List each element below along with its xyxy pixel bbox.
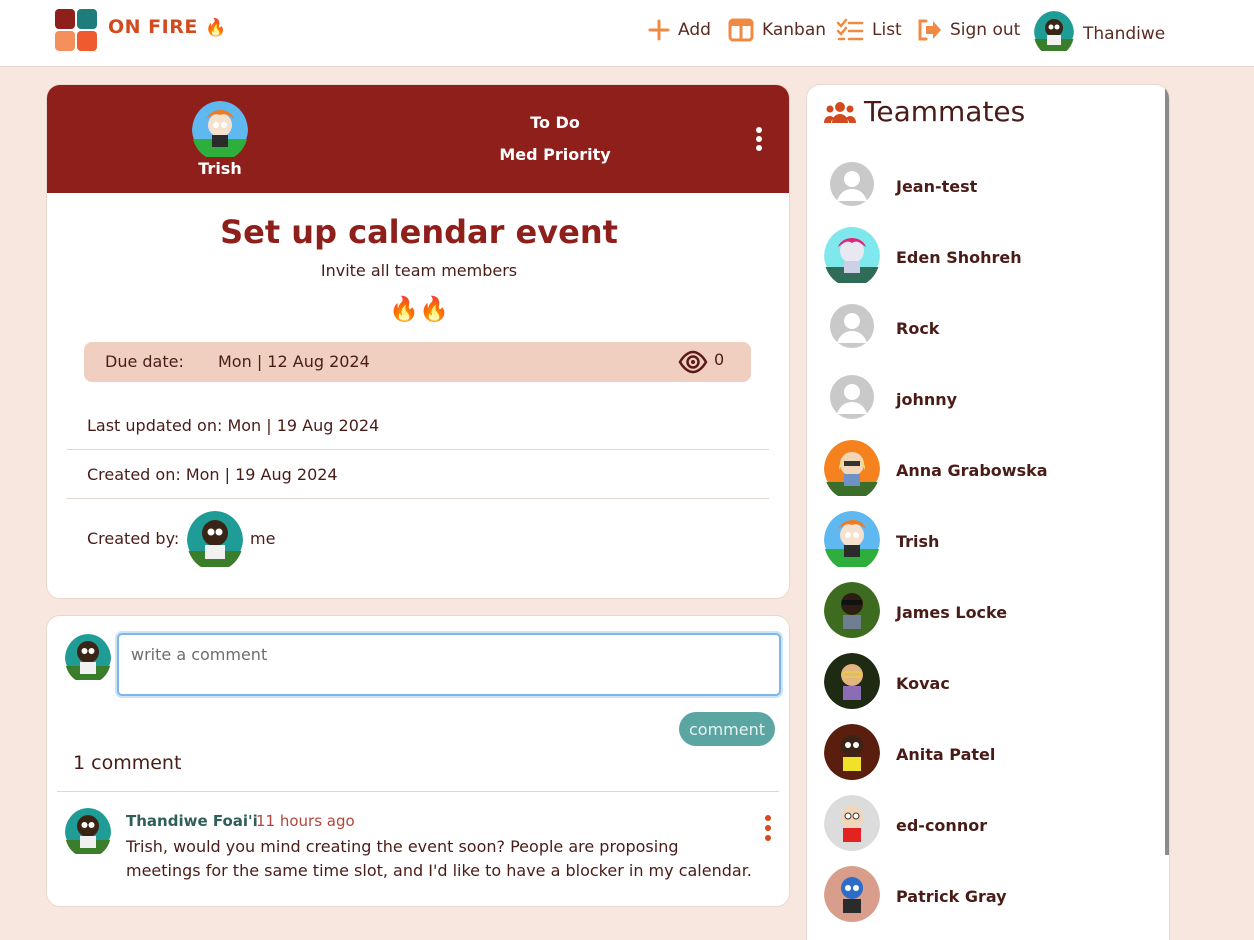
divider bbox=[57, 791, 779, 792]
teammate-name: James Locke bbox=[896, 602, 1008, 622]
due-date-label: Due date: bbox=[105, 352, 184, 371]
teammate-item[interactable]: Patrick Gray bbox=[824, 866, 1154, 926]
teammate-name: Anita Patel bbox=[896, 744, 996, 764]
user-profile-button[interactable]: Thandiwe bbox=[1034, 11, 1165, 56]
comment-timestamp: 11 hours ago bbox=[256, 812, 355, 830]
sign-out-icon bbox=[916, 18, 942, 42]
teammate-item[interactable]: Anita Patel bbox=[824, 724, 1154, 784]
task-description: Invite all team members bbox=[320, 261, 518, 280]
status-label: To Do bbox=[530, 113, 580, 132]
comment-author[interactable]: Thandiwe Foai'i bbox=[126, 812, 258, 830]
assignee-avatar[interactable] bbox=[192, 101, 248, 165]
teammate-item[interactable]: Anna Grabowska bbox=[824, 440, 1154, 500]
due-date-bar: Due date: Mon | 12 Aug 2024 0 bbox=[84, 342, 751, 382]
teammate-avatar bbox=[824, 724, 880, 784]
comment-text: Trish, would you mind creating the event… bbox=[126, 837, 752, 880]
scrollbar[interactable] bbox=[1165, 85, 1169, 855]
user-avatar bbox=[1034, 11, 1074, 56]
due-date-value: Mon | 12 Aug 2024 bbox=[218, 352, 370, 371]
teammate-name: Patrick Gray bbox=[896, 886, 1007, 906]
brand-name[interactable]: ON FIRE 🔥 bbox=[108, 16, 227, 38]
teammates-panel: Teammates Jean-test Eden Shohreh Rock jo… bbox=[806, 84, 1170, 940]
sign-out-button[interactable]: Sign out bbox=[916, 16, 1020, 44]
priority-flames-icon: 🔥🔥 bbox=[389, 295, 449, 323]
plus-icon bbox=[648, 19, 670, 41]
teammate-item[interactable]: Trish bbox=[824, 511, 1154, 571]
eye-icon[interactable] bbox=[678, 349, 708, 379]
teammate-item[interactable]: ed-connor bbox=[824, 795, 1154, 855]
list-icon bbox=[836, 18, 864, 42]
comment-author-avatar[interactable] bbox=[65, 808, 111, 858]
top-navbar: ON FIRE 🔥 Add Kanban List Sign out Thand… bbox=[0, 0, 1254, 67]
task-header: Trish To Do Med Priority bbox=[47, 85, 789, 193]
task-card: Trish To Do Med Priority Set up calendar… bbox=[46, 84, 790, 599]
user-name: Thandiwe bbox=[1083, 23, 1166, 44]
teammate-name: Eden Shohreh bbox=[896, 247, 1022, 267]
list-label: List bbox=[872, 20, 902, 40]
teammate-avatar bbox=[824, 866, 880, 926]
default-avatar-icon bbox=[824, 298, 880, 358]
kanban-icon bbox=[728, 18, 754, 42]
teammate-item[interactable]: James Locke bbox=[824, 582, 1154, 642]
teammate-name: Trish bbox=[896, 531, 940, 551]
current-user-avatar bbox=[65, 634, 111, 684]
last-updated-text: Last updated on: Mon | 19 Aug 2024 bbox=[87, 416, 380, 435]
teammate-item[interactable]: Eden Shohreh bbox=[824, 227, 1154, 287]
list-button[interactable]: List bbox=[836, 16, 902, 44]
comment-submit-button[interactable]: comment bbox=[679, 712, 775, 746]
add-label: Add bbox=[678, 20, 711, 40]
created-by-label: Created by: bbox=[87, 529, 180, 548]
created-on-text: Created on: Mon | 19 Aug 2024 bbox=[87, 465, 338, 484]
created-on-row: Created on: Mon | 19 Aug 2024 bbox=[67, 450, 769, 499]
priority-label: Med Priority bbox=[499, 145, 611, 164]
default-avatar-icon bbox=[824, 369, 880, 429]
comment-input[interactable] bbox=[117, 633, 781, 696]
last-updated-row: Last updated on: Mon | 19 Aug 2024 bbox=[67, 401, 769, 450]
default-avatar-icon bbox=[824, 156, 880, 216]
creator-name: me bbox=[250, 529, 276, 548]
assignee-name: Trish bbox=[198, 159, 242, 178]
teammate-name: Anna Grabowska bbox=[896, 460, 1048, 480]
teammate-avatar bbox=[824, 582, 880, 642]
kanban-button[interactable]: Kanban bbox=[728, 16, 826, 44]
watchers-count: 0 bbox=[714, 350, 725, 369]
kanban-label: Kanban bbox=[762, 20, 827, 40]
teammate-name: johnny bbox=[896, 389, 958, 409]
task-options-icon[interactable] bbox=[751, 125, 767, 153]
teammate-item[interactable]: Jean-test bbox=[824, 158, 1154, 214]
teammate-avatar bbox=[824, 511, 880, 571]
teammates-title: Teammates bbox=[864, 95, 1026, 128]
sign-out-label: Sign out bbox=[950, 20, 1021, 40]
users-icon bbox=[824, 101, 856, 129]
teammate-name: Kovac bbox=[896, 673, 950, 693]
fire-icon: 🔥 bbox=[204, 18, 227, 38]
teammate-item[interactable]: Kovac bbox=[824, 653, 1154, 713]
teammate-avatar bbox=[824, 653, 880, 713]
task-title: Set up calendar event bbox=[220, 213, 618, 251]
created-by-row: Created by: bbox=[67, 529, 769, 553]
comments-card: comment 1 comment Thandiwe Foai'i 11 hou… bbox=[46, 615, 790, 907]
creator-avatar[interactable] bbox=[187, 511, 243, 571]
teammate-name: Jean-test bbox=[896, 176, 978, 196]
add-button[interactable]: Add bbox=[648, 16, 711, 44]
teammate-name: Rock bbox=[896, 318, 940, 338]
teammate-item[interactable]: Rock bbox=[824, 300, 1154, 356]
teammate-avatar bbox=[824, 227, 880, 287]
teammate-item[interactable]: johnny bbox=[824, 371, 1154, 427]
comment-options-icon[interactable] bbox=[762, 814, 774, 842]
teammate-name: ed-connor bbox=[896, 815, 988, 835]
teammate-avatar bbox=[824, 440, 880, 500]
teammate-avatar bbox=[824, 795, 880, 855]
app-logo[interactable] bbox=[55, 9, 97, 51]
comment-count: 1 comment bbox=[73, 752, 182, 774]
